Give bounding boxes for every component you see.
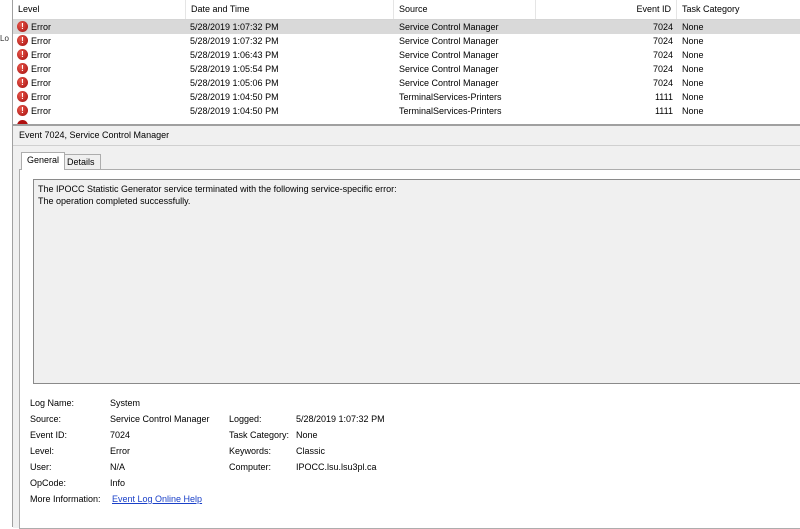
row-datetime: 5/28/2019 1:04:50 PM xyxy=(190,106,279,116)
keywords-label: Keywords: xyxy=(229,446,272,456)
tab-details[interactable]: Details xyxy=(61,154,101,170)
row-level: Error xyxy=(31,64,51,74)
row-datetime: 5/28/2019 1:07:32 PM xyxy=(190,22,279,32)
row-event-id: 7024 xyxy=(652,50,673,60)
row-event-id: 7024 xyxy=(652,78,673,88)
row-source: Service Control Manager xyxy=(399,78,499,88)
level-value: Error xyxy=(110,446,130,456)
event-id-label: Event ID: xyxy=(30,430,68,440)
row-category: None xyxy=(682,36,704,46)
row-event-id: 7024 xyxy=(652,64,673,74)
table-row[interactable]: ! Error 5/28/2019 1:07:32 PM Service Con… xyxy=(13,20,800,34)
event-details-pane: Event 7024, Service Control Manager Gene… xyxy=(13,125,800,529)
logged-value: 5/28/2019 1:07:32 PM xyxy=(296,414,385,424)
row-category: None xyxy=(682,106,704,116)
row-category: None xyxy=(682,22,704,32)
row-level: Error xyxy=(31,92,51,102)
column-header-level[interactable]: Level xyxy=(13,0,186,19)
title-divider xyxy=(13,145,800,146)
user-label: User: xyxy=(30,462,52,472)
keywords-value: Classic xyxy=(296,446,326,456)
table-row[interactable]: ! Error 5/28/2019 1:04:50 PM TerminalSer… xyxy=(13,90,800,104)
column-header-task-category[interactable]: Task Category xyxy=(677,0,800,19)
error-icon: ! xyxy=(17,35,28,46)
event-message-box[interactable]: The IPOCC Statistic Generator service te… xyxy=(33,179,800,384)
event-details-title: Event 7024, Service Control Manager xyxy=(19,130,170,140)
log-name-value: System xyxy=(110,398,141,408)
row-event-id: 7024 xyxy=(652,36,673,46)
computer-label: Computer: xyxy=(229,462,272,472)
row-source: Service Control Manager xyxy=(399,64,499,74)
event-id-value: 7024 xyxy=(110,430,131,440)
level-label: Level: xyxy=(30,446,55,456)
row-level: Error xyxy=(31,78,51,88)
error-icon: ! xyxy=(17,63,28,74)
table-row[interactable]: ! Error 5/28/2019 1:05:06 PM Service Con… xyxy=(13,76,800,90)
column-header-date-time[interactable]: Date and Time xyxy=(186,0,394,19)
row-source: Service Control Manager xyxy=(399,50,499,60)
error-icon: ! xyxy=(17,21,28,32)
error-icon: ! xyxy=(17,91,28,102)
row-category: None xyxy=(682,78,704,88)
task-category-label: Task Category: xyxy=(229,430,290,440)
log-name-label: Log Name: xyxy=(30,398,75,408)
more-information-label: More Information: xyxy=(30,494,101,504)
logged-label: Logged: xyxy=(229,414,262,424)
row-source: TerminalServices-Printers xyxy=(399,92,502,102)
event-list[interactable]: Level Date and Time Source Event ID Task… xyxy=(13,0,800,125)
row-level: Error xyxy=(31,36,51,46)
table-row[interactable]: ! Error 5/28/2019 1:06:43 PM Service Con… xyxy=(13,48,800,62)
source-value: Service Control Manager xyxy=(110,414,210,424)
row-source: Service Control Manager xyxy=(399,36,499,46)
error-icon: ! xyxy=(17,49,28,60)
partial-row-error-icon xyxy=(17,120,28,124)
row-event-id: 1111 xyxy=(654,106,673,116)
source-label: Source: xyxy=(30,414,62,424)
row-category: None xyxy=(682,64,704,74)
error-icon: ! xyxy=(17,77,28,88)
table-row[interactable]: ! Error 5/28/2019 1:07:32 PM Service Con… xyxy=(13,34,800,48)
row-datetime: 5/28/2019 1:05:54 PM xyxy=(190,64,279,74)
opcode-label: OpCode: xyxy=(30,478,67,488)
row-datetime: 5/28/2019 1:06:43 PM xyxy=(190,50,279,60)
tab-general[interactable]: General xyxy=(21,152,66,170)
row-event-id: 1111 xyxy=(654,92,673,102)
row-event-id: 7024 xyxy=(652,22,673,32)
clipped-label: Lo xyxy=(0,34,9,43)
left-panel-edge: Lo xyxy=(0,0,13,527)
row-datetime: 5/28/2019 1:05:06 PM xyxy=(190,78,279,88)
user-value: N/A xyxy=(110,462,126,472)
message-line-1: The IPOCC Statistic Generator service te… xyxy=(38,184,397,194)
row-datetime: 5/28/2019 1:07:32 PM xyxy=(190,36,279,46)
general-tab-body: The IPOCC Statistic Generator service te… xyxy=(19,169,800,529)
message-line-2: The operation completed successfully. xyxy=(38,196,191,206)
row-level: Error xyxy=(31,50,51,60)
column-header-event-id[interactable]: Event ID xyxy=(536,0,677,19)
row-source: TerminalServices-Printers xyxy=(399,106,502,116)
table-row[interactable]: ! Error 5/28/2019 1:05:54 PM Service Con… xyxy=(13,62,800,76)
row-category: None xyxy=(682,92,704,102)
computer-value: IPOCC.lsu.lsu3pl.ca xyxy=(296,462,377,472)
row-source: Service Control Manager xyxy=(399,22,499,32)
opcode-value: Info xyxy=(110,478,126,488)
list-header: Level Date and Time Source Event ID Task… xyxy=(13,0,800,20)
event-log-online-help-link[interactable]: Event Log Online Help xyxy=(112,494,202,504)
row-category: None xyxy=(682,50,704,60)
table-row[interactable]: ! Error 5/28/2019 1:04:50 PM TerminalSer… xyxy=(13,104,800,118)
task-category-value: None xyxy=(296,430,318,440)
row-level: Error xyxy=(31,106,51,116)
column-header-source[interactable]: Source xyxy=(394,0,536,19)
error-icon: ! xyxy=(17,105,28,116)
row-level: Error xyxy=(31,22,51,32)
row-datetime: 5/28/2019 1:04:50 PM xyxy=(190,92,279,102)
